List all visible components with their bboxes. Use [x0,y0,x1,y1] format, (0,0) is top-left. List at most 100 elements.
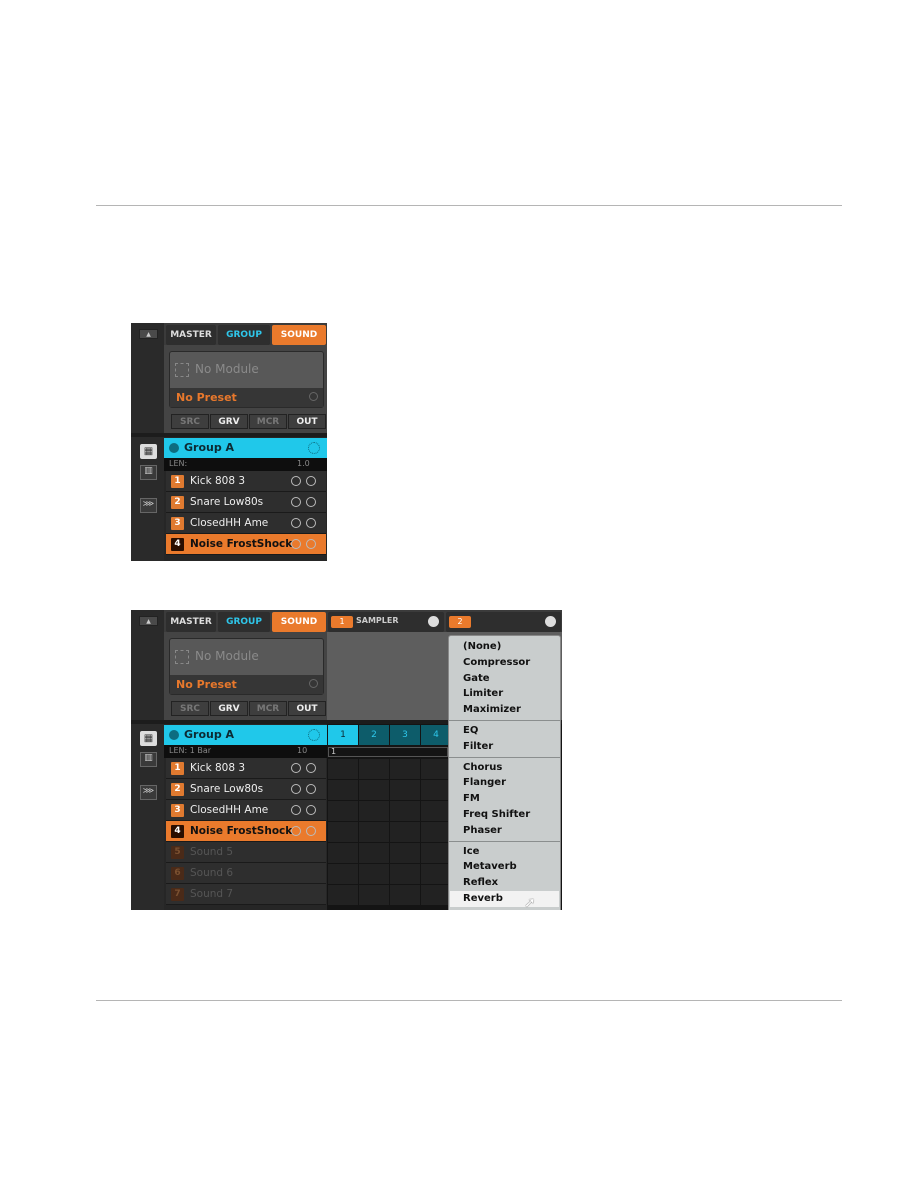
pattern-cell[interactable] [390,843,420,863]
pattern-cell[interactable] [328,885,358,905]
pattern-pad-4[interactable]: 4 [421,725,451,745]
pattern-cell[interactable] [328,759,358,779]
volume-knob-icon[interactable] [306,805,316,815]
button-mcr[interactable]: MCR [249,414,287,429]
button-mcr[interactable]: MCR [249,701,287,716]
menu-item-chorus[interactable]: Chorus [450,760,559,776]
pattern-cell[interactable] [328,780,358,800]
volume-knob-icon[interactable] [306,518,316,528]
pan-knob-icon[interactable] [291,518,301,528]
pattern-cell[interactable] [359,780,389,800]
pattern-cell[interactable] [328,822,358,842]
plugin-slot-2[interactable]: 2 [446,612,561,632]
menu-item-ice[interactable]: Ice [450,844,559,860]
pattern-view-button[interactable]: ▦ [140,731,157,746]
pan-knob-icon[interactable] [291,805,301,815]
plugin-slot-1[interactable]: 1 SAMPLER [328,612,444,632]
pattern-cell[interactable] [328,843,358,863]
zoom-value[interactable]: 10 [297,746,307,755]
pan-knob-icon[interactable] [291,784,301,794]
pattern-cell[interactable] [421,885,451,905]
pan-knob-icon[interactable] [291,826,301,836]
menu-item-reverb[interactable]: Reverb [450,891,559,907]
menu-item-gate[interactable]: Gate [450,671,559,687]
sound-slot-1[interactable]: 1 Kick 808 3 [166,758,326,779]
pattern-cell[interactable] [359,864,389,884]
pattern-cell[interactable] [359,822,389,842]
pattern-cell[interactable] [359,885,389,905]
sound-slot-4[interactable]: 4 Noise FrostShock [166,821,326,842]
keyboard-view-button[interactable]: ▥ [140,465,157,480]
menu-item-freq-shifter[interactable]: Freq Shifter [450,807,559,823]
search-icon[interactable] [309,679,318,688]
button-grv[interactable]: GRV [210,701,248,716]
group-header[interactable]: Group A [164,725,327,745]
button-src[interactable]: SRC [171,414,209,429]
sound-slot-2[interactable]: 2 Snare Low80s [166,492,326,513]
pattern-cell[interactable] [390,780,420,800]
pattern-cell[interactable] [359,843,389,863]
button-grv[interactable]: GRV [210,414,248,429]
sampler-view-button[interactable]: ⋙ [140,498,157,513]
volume-knob-icon[interactable] [306,826,316,836]
tab-master[interactable]: MASTER [166,325,216,345]
sound-slot-3[interactable]: 3 ClosedHH Ame [166,800,326,821]
button-out[interactable]: OUT [288,414,326,429]
menu-item-flanger[interactable]: Flanger [450,775,559,791]
pan-knob-icon[interactable] [291,763,301,773]
button-out[interactable]: OUT [288,701,326,716]
button-src[interactable]: SRC [171,701,209,716]
pattern-pad-3[interactable]: 3 [390,725,420,745]
menu-item-compressor[interactable]: Compressor [450,655,559,671]
sound-slot-6[interactable]: 6 Sound 6 [166,863,326,884]
collapse-button[interactable]: ▲ [139,329,158,339]
pattern-cell[interactable] [328,864,358,884]
move-icon[interactable] [308,442,320,454]
menu-item-reflex[interactable]: Reflex [450,875,559,891]
menu-item-eq[interactable]: EQ [450,723,559,739]
volume-knob-icon[interactable] [306,539,316,549]
menu-item-metaverb[interactable]: Metaverb [450,859,559,875]
sound-slot-5[interactable]: 5 Sound 5 [166,842,326,863]
slot-dropdown-icon[interactable] [545,616,556,627]
sound-slot-4[interactable]: 4 Noise FrostShock [166,534,326,555]
zoom-value[interactable]: 1.0 [297,459,310,468]
length-selector[interactable]: LEN: 1 Bar [169,746,211,755]
pan-knob-icon[interactable] [291,539,301,549]
pattern-cell[interactable] [421,843,451,863]
volume-knob-icon[interactable] [306,497,316,507]
menu-item-phaser[interactable]: Phaser [450,823,559,839]
pattern-cell[interactable] [390,864,420,884]
preset-name[interactable]: No Preset [176,391,237,404]
pattern-cell[interactable] [328,801,358,821]
volume-knob-icon[interactable] [306,784,316,794]
length-selector[interactable]: LEN: [169,459,187,468]
pattern-cell[interactable] [421,864,451,884]
pattern-cell[interactable] [421,822,451,842]
pattern-pad-2[interactable]: 2 [359,725,389,745]
sound-slot-1[interactable]: 1 Kick 808 3 [166,471,326,492]
pattern-cell[interactable] [359,759,389,779]
keyboard-view-button[interactable]: ▥ [140,752,157,767]
group-expand-icon[interactable] [169,443,179,453]
pattern-view-button[interactable]: ▦ [140,444,157,459]
pattern-cell[interactable] [390,759,420,779]
pattern-cell[interactable] [390,885,420,905]
pattern-cell[interactable] [359,801,389,821]
pattern-cell[interactable] [421,780,451,800]
tab-master[interactable]: MASTER [166,612,216,632]
sampler-view-button[interactable]: ⋙ [140,785,157,800]
menu-item-filter[interactable]: Filter [450,739,559,755]
move-icon[interactable] [308,729,320,741]
tab-sound[interactable]: SOUND [272,612,326,632]
preset-name[interactable]: No Preset [176,678,237,691]
pattern-cell[interactable] [390,822,420,842]
pan-knob-icon[interactable] [291,476,301,486]
volume-knob-icon[interactable] [306,476,316,486]
tab-group[interactable]: GROUP [218,325,270,345]
collapse-button[interactable]: ▲ [139,616,158,626]
menu-item-fm[interactable]: FM [450,791,559,807]
tab-group[interactable]: GROUP [218,612,270,632]
search-icon[interactable] [309,392,318,401]
sound-slot-7[interactable]: 7 Sound 7 [166,884,326,905]
